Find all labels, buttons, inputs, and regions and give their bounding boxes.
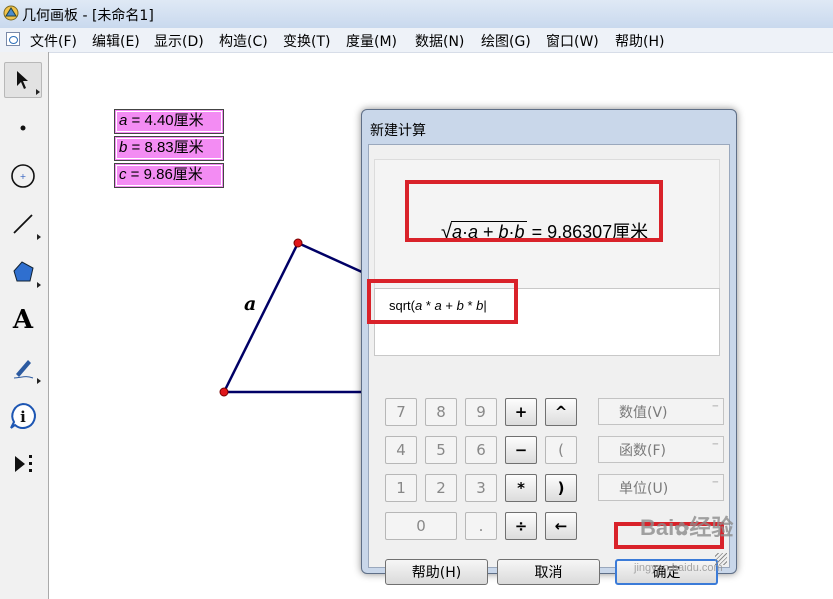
key-6[interactable]: 6 [465,436,497,464]
segment-label-a: a [244,293,257,315]
measurement-b[interactable]: b = 8.83厘米 [114,136,224,161]
key-plus[interactable]: + [505,398,537,426]
watermark-url: jingyan.baidu.com [634,562,723,574]
polygon-icon [13,261,34,282]
key-decimal[interactable]: . [465,512,497,540]
geometer-app-icon [3,5,19,21]
dropdown-icon: ─ [712,440,718,450]
arrow-select-tool[interactable] [4,62,42,98]
custom-tool-icon [15,455,32,472]
line-segment-icon [13,214,33,234]
key-minus[interactable]: − [505,436,537,464]
menu-transform[interactable]: 变换(T) [283,31,330,51]
window-title: 几何画板 - [未命名1] [22,8,154,24]
point-icon [20,125,26,131]
values-menu-button[interactable]: 数值(V) ─ [598,398,724,425]
key-close-paren[interactable]: ) [545,474,577,502]
watermark-brand: Bai [640,515,675,540]
marker-tool[interactable] [4,350,42,386]
units-menu-button[interactable]: 单位(U) ─ [598,474,724,501]
title-bar: 几何画板 - [未命名1] [0,0,833,28]
info-tool[interactable]: i [4,398,42,434]
baidu-watermark: Bai✿经验 [640,510,733,542]
toolbox: + A i [0,52,49,599]
key-power[interactable]: ^ [545,398,577,426]
functions-menu-button[interactable]: 函数(F) ─ [598,436,724,463]
measure-value: = 8.83厘米 [127,139,204,156]
menu-measure[interactable]: 度量(M) [346,31,397,51]
dialog-title: 新建计算 [370,123,426,139]
key-multiply[interactable]: * [505,474,537,502]
key-5[interactable]: 5 [425,436,457,464]
key-9[interactable]: 9 [465,398,497,426]
menu-file[interactable]: 文件(F) [30,31,77,51]
key-8[interactable]: 8 [425,398,457,426]
text-icon: A [12,305,34,335]
polygon-tool[interactable] [4,254,42,290]
help-button[interactable]: 帮助(H) [385,559,488,585]
key-divide[interactable]: ÷ [505,512,537,540]
menu-construct[interactable]: 构造(C) [219,31,268,51]
menu-edit[interactable]: 编辑(E) [92,31,140,51]
dropdown-icon: ─ [712,402,718,412]
line-segment-tool[interactable] [4,206,42,242]
menu-data[interactable]: 数据(N) [415,31,464,51]
highlight-expression [367,279,518,324]
menu-graph[interactable]: 绘图(G) [481,31,531,51]
values-label: 数值(V) [619,404,668,421]
watermark-brand2: 经验 [689,515,734,540]
menu-window[interactable]: 窗口(W) [546,31,599,51]
point-tool[interactable] [4,110,42,146]
svg-text:+: + [20,172,27,181]
dropdown-icon: ─ [712,478,718,488]
compass-tool[interactable]: + [4,158,42,194]
document-icon[interactable] [6,32,20,46]
key-open-paren[interactable]: ( [545,436,577,464]
measurement-a[interactable]: a = 4.40厘米 [114,109,224,134]
text-tool[interactable]: A [4,302,42,338]
functions-label: 函数(F) [619,442,666,459]
info-icon: i [10,402,36,429]
compass-icon: + [11,164,35,188]
highlight-result [405,180,663,242]
menu-help[interactable]: 帮助(H) [615,31,664,51]
key-1[interactable]: 1 [385,474,417,502]
new-calculation-dialog: 新建计算 √a·a + b·b = 9.86307厘米 sqrt(a * a +… [361,109,737,585]
units-label: 单位(U) [619,480,669,497]
key-7[interactable]: 7 [385,398,417,426]
key-3[interactable]: 3 [465,474,497,502]
measure-value: = 9.86厘米 [126,166,203,183]
key-2[interactable]: 2 [425,474,457,502]
paw-icon: ✿ [674,519,690,539]
measure-var: c [119,166,127,183]
arrow-select-icon [17,71,28,89]
menu-bar: 文件(F) 编辑(E) 显示(D) 构造(C) 变换(T) 度量(M) 数据(N… [0,28,833,53]
measurement-c[interactable]: c = 9.86厘米 [114,163,224,188]
key-backspace[interactable]: ← [545,512,577,540]
key-0[interactable]: 0 [385,512,457,540]
key-4[interactable]: 4 [385,436,417,464]
measure-value: = 4.40厘米 [127,112,204,129]
custom-tool[interactable] [4,446,42,482]
marker-pen-icon [13,360,34,379]
cancel-button[interactable]: 取消 [497,559,600,585]
svg-text:i: i [20,408,26,426]
menu-display[interactable]: 显示(D) [154,31,204,51]
